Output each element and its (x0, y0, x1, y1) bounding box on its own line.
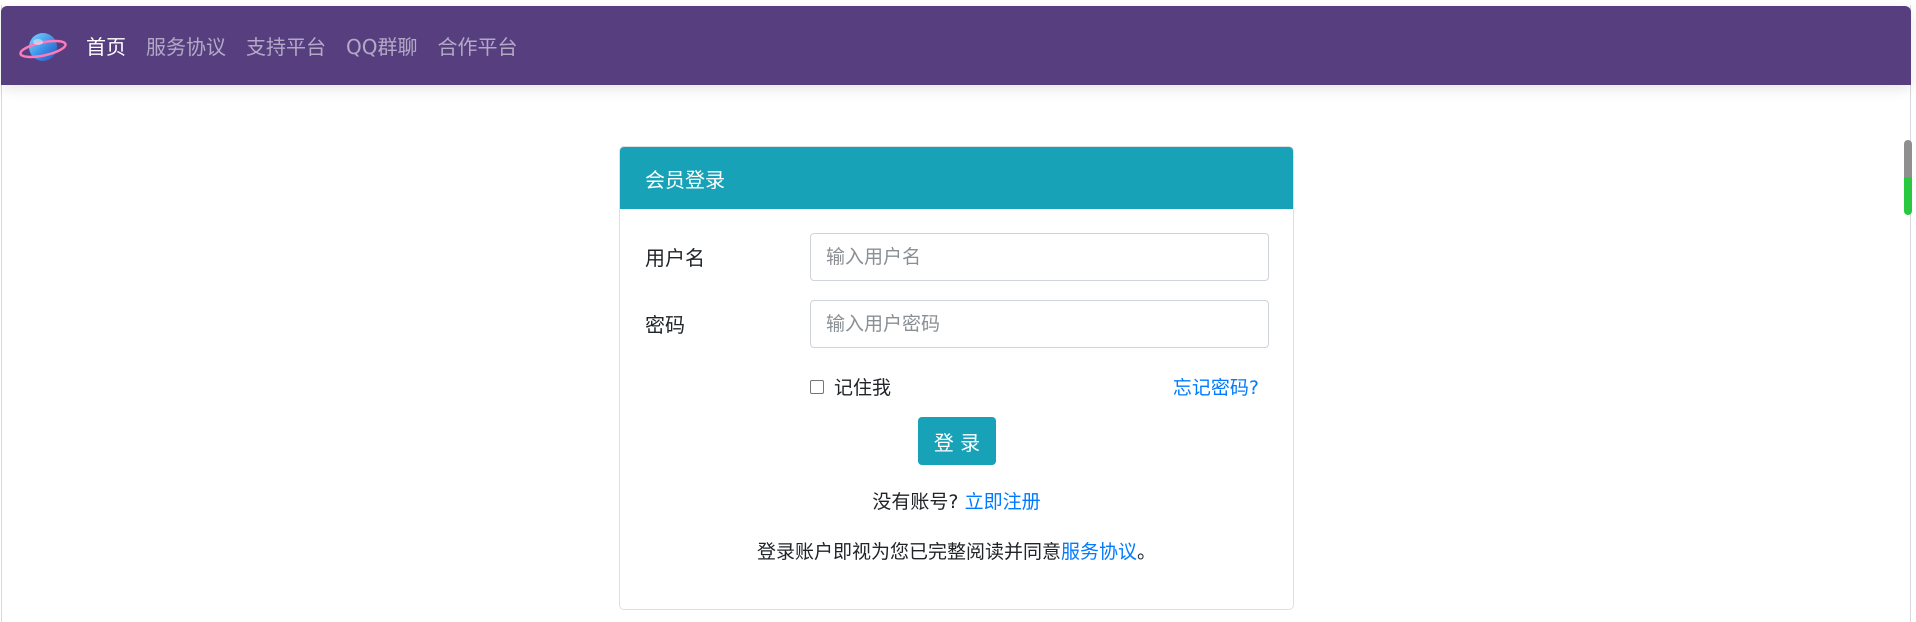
nav-link-support-platform[interactable]: 支持平台 (246, 31, 326, 60)
forgot-password-link[interactable]: 忘记密码? (1173, 373, 1259, 400)
login-card: 会员登录 用户名 密码 记住我 忘记密码? 登 录 没有账号? 立即注册 登录账… (619, 146, 1294, 610)
terms-row: 登录账户即视为您已完整阅读并同意服务协议。 (620, 537, 1293, 564)
terms-suffix: 。 (1137, 541, 1157, 563)
username-label: 用户名 (645, 246, 705, 270)
planet-logo-icon[interactable] (19, 28, 67, 66)
password-input[interactable] (810, 300, 1269, 348)
nav-links: 首页 服务协议 支持平台 QQ群聊 合作平台 (86, 6, 537, 85)
scrollbar-thumb[interactable] (1904, 140, 1912, 215)
terms-link[interactable]: 服务协议 (1061, 541, 1137, 563)
no-account-row: 没有账号? 立即注册 (620, 487, 1293, 514)
no-account-text: 没有账号? (872, 491, 959, 513)
remember-me[interactable]: 记住我 (810, 373, 891, 400)
nav-link-service-agreement[interactable]: 服务协议 (146, 31, 226, 60)
nav-link-home[interactable]: 首页 (86, 31, 126, 60)
terms-prefix: 登录账户即视为您已完整阅读并同意 (756, 541, 1061, 563)
register-link[interactable]: 立即注册 (965, 491, 1041, 513)
nav-link-qq-group[interactable]: QQ群聊 (346, 31, 417, 60)
password-label: 密码 (645, 313, 685, 337)
username-input[interactable] (810, 233, 1269, 281)
remember-me-label: 记住我 (834, 377, 892, 399)
remember-me-checkbox[interactable] (810, 379, 824, 394)
nav-link-partner-platform[interactable]: 合作平台 (437, 31, 517, 60)
top-navbar: 首页 服务协议 支持平台 QQ群聊 合作平台 (1, 6, 1911, 85)
login-card-header: 会员登录 (620, 147, 1293, 209)
login-button[interactable]: 登 录 (918, 417, 996, 465)
login-card-title: 会员登录 (645, 167, 725, 192)
page: 首页 服务协议 支持平台 QQ群聊 合作平台 会员登录 用户名 密码 记住我 忘… (0, 0, 1916, 622)
